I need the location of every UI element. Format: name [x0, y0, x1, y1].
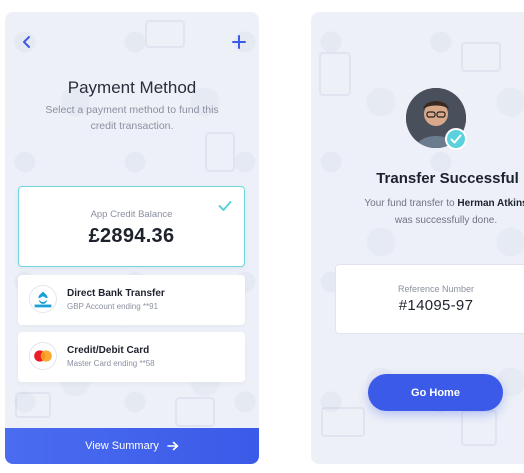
success-title: Transfer Successful: [376, 170, 519, 187]
background-doodle: [321, 407, 365, 437]
check-icon: [218, 199, 232, 211]
check-badge-icon: [445, 128, 467, 150]
plus-icon[interactable]: [231, 34, 247, 50]
background-doodle: [461, 410, 497, 446]
balance-value: £2894.36: [88, 225, 175, 247]
card-option[interactable]: Credit/Debit Card Master Card ending **5…: [18, 332, 245, 382]
background-doodle: [205, 132, 235, 172]
recipient-name: Herman Atkins: [457, 198, 524, 209]
page-title: Payment Method: [67, 78, 197, 97]
arrow-right-icon: [167, 441, 179, 451]
balance-label: App Credit Balance: [90, 209, 173, 220]
method-name: Direct Bank Transfer: [67, 288, 165, 299]
method-detail: GBP Account ending **91: [67, 302, 159, 311]
message-prefix: Your fund transfer to: [364, 198, 455, 209]
background-doodle: [15, 392, 51, 418]
page-subtitle: Select a payment method to fund this cre…: [45, 104, 219, 132]
method-detail: Master Card ending **58: [67, 359, 155, 368]
barclays-logo: [29, 285, 57, 313]
chevron-left-icon[interactable]: [19, 34, 35, 50]
bank-transfer-option[interactable]: Direct Bank Transfer GBP Account ending …: [18, 275, 245, 325]
background-doodle: [145, 20, 185, 48]
background-doodle: [319, 52, 351, 96]
background-doodle: [175, 397, 215, 427]
success-message: Your fund transfer to Herman Atkins was …: [336, 195, 524, 229]
payment-method-screen: Payment Method Select a payment method t…: [5, 12, 259, 464]
go-home-label: Go Home: [411, 386, 460, 399]
mastercard-logo: [29, 342, 57, 370]
message-suffix: was successfully done.: [394, 215, 498, 226]
method-name: Credit/Debit Card: [67, 345, 150, 356]
credit-balance-option[interactable]: App Credit Balance £2894.36: [18, 186, 245, 267]
reference-label: Reference Number: [397, 284, 475, 294]
go-home-button[interactable]: Go Home: [368, 374, 503, 411]
reference-card: Reference Number #14095-97: [335, 264, 524, 334]
view-summary-button[interactable]: View Summary: [5, 428, 259, 464]
reference-number: #14095-97: [398, 297, 474, 314]
background-doodle: [461, 42, 501, 72]
transfer-success-screen: Transfer Successful Your fund transfer t…: [311, 12, 524, 464]
view-summary-label: View Summary: [85, 440, 159, 452]
